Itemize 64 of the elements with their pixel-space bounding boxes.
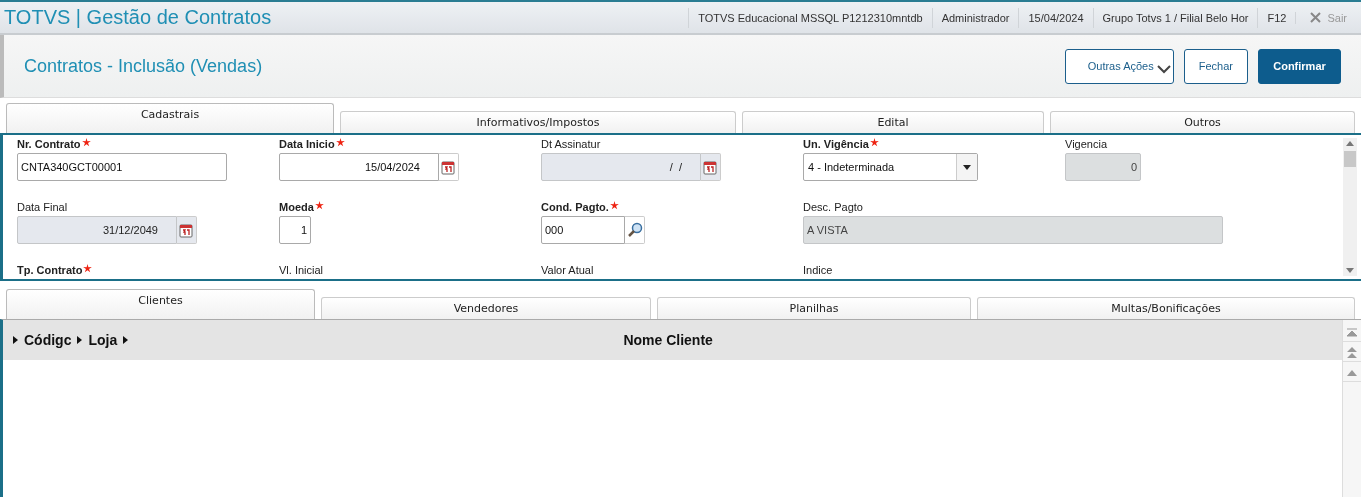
sort-arrow-icon (123, 336, 129, 344)
required-icon (314, 201, 324, 210)
grid-tab[interactable]: Clientes (6, 289, 315, 319)
field-label: Desc. Pagto (803, 201, 863, 213)
scroll-top-icon (1347, 328, 1357, 337)
close-button[interactable]: Fechar (1183, 48, 1248, 84)
field-label: Nr. Contrato (17, 138, 81, 150)
arrow-up-icon (1347, 369, 1357, 376)
form-tab[interactable]: Edital (742, 111, 1044, 133)
calendar-icon (703, 159, 718, 175)
status-item: Administrador (931, 7, 1019, 28)
calendar-button[interactable] (439, 153, 459, 181)
grid-tab[interactable]: Multas/Bonificações (977, 297, 1355, 319)
input-field[interactable]: CNTA340GCT00001 (17, 153, 227, 181)
sort-arrow-icon (13, 336, 18, 344)
close-icon (1310, 12, 1322, 23)
status-item: 15/04/2024 (1018, 7, 1093, 28)
input-field[interactable]: 1 (279, 216, 311, 244)
search-icon (626, 222, 643, 238)
field-label: Data Inicio (279, 138, 335, 150)
field-label: Dt Assinatur (541, 138, 601, 150)
column-header[interactable]: Códigc (24, 332, 72, 348)
more-actions-button[interactable]: Outras Ações (1064, 48, 1174, 84)
field-label: Vl. Inicial (279, 264, 324, 276)
grid-tab[interactable]: Planilhas (657, 297, 971, 319)
field-label: Moeda (279, 201, 314, 213)
form-tab[interactable]: Informativos/Impostos (340, 111, 736, 133)
required-icon (335, 138, 345, 147)
select-field[interactable]: 4 - Indeterminada (803, 153, 978, 181)
required-icon (869, 138, 879, 147)
calendar-button[interactable] (177, 216, 197, 244)
status-item: Grupo Totvs 1 / Filial Belo Hor (1092, 7, 1258, 28)
column-header[interactable]: Loja (88, 332, 118, 348)
field-label: Un. Vigência (803, 138, 869, 150)
required-icon (609, 201, 619, 210)
chevron-down-icon (1156, 64, 1171, 74)
scrollbar[interactable] (1343, 138, 1357, 276)
field-label: Valor Atual (541, 264, 594, 276)
field-label: Indice (803, 264, 833, 276)
field-label: Cond. Pagto. (541, 201, 609, 213)
field-label: Data Final (17, 201, 68, 213)
confirm-button[interactable]: Confirmar (1258, 48, 1341, 84)
page-up-button[interactable] (1343, 344, 1361, 362)
status-item: TOTVS Educacional MSSQL P1212310mntdb (688, 7, 932, 28)
grid-tab[interactable]: Vendedores (321, 297, 651, 319)
double-arrow-up-icon (1347, 347, 1357, 358)
calendar-icon (179, 222, 194, 238)
calendar-icon (441, 159, 456, 175)
calendar-button[interactable] (701, 153, 721, 181)
form-tab[interactable]: Outros (1050, 111, 1355, 133)
input-field[interactable]: 000 (541, 216, 625, 244)
field-label: Tp. Contrato (17, 264, 83, 276)
search-button[interactable] (625, 216, 645, 244)
required-icon (83, 264, 93, 273)
column-header[interactable]: Nome Cliente (134, 332, 1342, 348)
form-tab[interactable]: Cadastrais (6, 103, 334, 133)
app-title: TOTVS | Gestão de Contratos (3, 6, 272, 29)
field-label: Vigencia (1065, 138, 1107, 150)
page-title: Contratos - Inclusão (Vendas) (24, 55, 263, 77)
input-field[interactable]: 15/04/2024 (279, 153, 439, 181)
caret-icon (963, 164, 971, 170)
status-item: F12 (1257, 7, 1296, 28)
sort-arrow-icon (77, 336, 83, 344)
required-icon (81, 138, 91, 147)
